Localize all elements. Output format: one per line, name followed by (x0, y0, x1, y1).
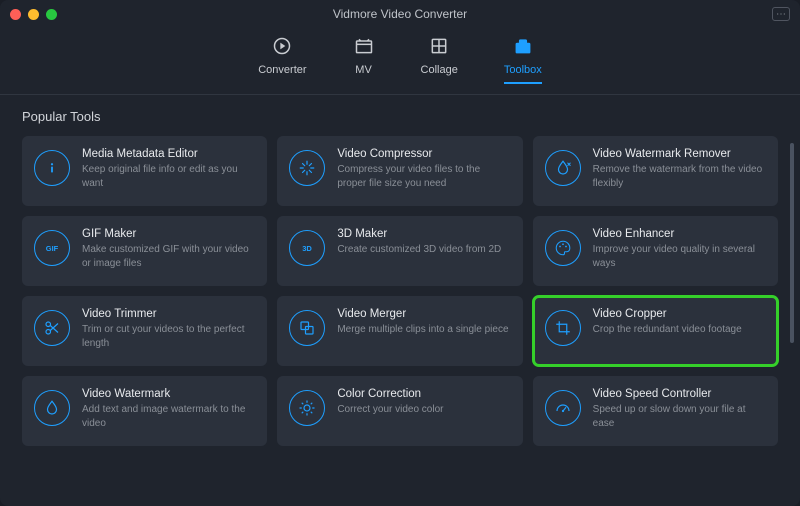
titlebar: Vidmore Video Converter ⋯ (0, 0, 800, 28)
tab-collage[interactable]: Collage (421, 36, 458, 84)
speedometer-icon (545, 390, 581, 426)
tool-card-color-correction[interactable]: Color Correction Correct your video color (277, 376, 522, 446)
tool-name: Video Enhancer (593, 228, 766, 240)
app-window: Vidmore Video Converter ⋯ Converter MV C… (0, 0, 800, 506)
tool-name: Video Trimmer (82, 308, 255, 320)
tool-text: Video Merger Merge multiple clips into a … (337, 308, 510, 337)
tool-name: Color Correction (337, 388, 510, 400)
merge-icon (289, 310, 325, 346)
tool-desc: Trim or cut your videos to the perfect l… (82, 323, 255, 350)
tool-text: Video Cropper Crop the redundant video fo… (593, 308, 766, 337)
toolbox-icon (512, 36, 534, 59)
tool-text: Video Compressor Compress your video file… (337, 148, 510, 190)
tool-desc: Crop the redundant video footage (593, 323, 766, 337)
tool-name: GIF Maker (82, 228, 255, 240)
tool-text: Video Watermark Add text and image waterm… (82, 388, 255, 430)
tool-name: Video Merger (337, 308, 510, 320)
section-title: Popular Tools (22, 109, 778, 124)
content-area: Popular Tools Media Metadata Editor Keep … (0, 95, 800, 506)
tool-name: 3D Maker (337, 228, 510, 240)
tool-text: Video Watermark Remover Remove the waterm… (593, 148, 766, 190)
tool-desc: Keep original file info or edit as you w… (82, 163, 255, 190)
tool-text: Media Metadata Editor Keep original file … (82, 148, 255, 190)
tool-text: Color Correction Correct your video color (337, 388, 510, 417)
main-tabs: Converter MV Collage Toolbox (0, 28, 800, 95)
tool-name: Video Compressor (337, 148, 510, 160)
mv-icon (353, 36, 375, 59)
scissors-icon (34, 310, 70, 346)
converter-icon (271, 36, 293, 59)
tools-grid: Media Metadata Editor Keep original file … (22, 136, 778, 446)
tab-label: Toolbox (504, 64, 542, 76)
droplet-remove-icon (545, 150, 581, 186)
tool-text: GIF Maker Make customized GIF with your v… (82, 228, 255, 270)
tool-card-video-watermark-remover[interactable]: Video Watermark Remover Remove the waterm… (533, 136, 778, 206)
tool-desc: Merge multiple clips into a single piece (337, 323, 510, 337)
tool-name: Video Cropper (593, 308, 766, 320)
tool-card-video-watermark[interactable]: Video Watermark Add text and image waterm… (22, 376, 267, 446)
palette-icon (545, 230, 581, 266)
tool-card-media-metadata-editor[interactable]: Media Metadata Editor Keep original file … (22, 136, 267, 206)
3d-icon (289, 230, 325, 266)
tool-text: Video Enhancer Improve your video quality… (593, 228, 766, 270)
sun-icon (289, 390, 325, 426)
tool-card-3d-maker[interactable]: 3D Maker Create customized 3D video from … (277, 216, 522, 286)
tool-card-video-trimmer[interactable]: Video Trimmer Trim or cut your videos to … (22, 296, 267, 366)
tool-card-video-cropper[interactable]: Video Cropper Crop the redundant video fo… (533, 296, 778, 366)
compress-icon (289, 150, 325, 186)
tool-card-video-merger[interactable]: Video Merger Merge multiple clips into a … (277, 296, 522, 366)
tool-name: Media Metadata Editor (82, 148, 255, 160)
tool-name: Video Speed Controller (593, 388, 766, 400)
gif-icon (34, 230, 70, 266)
tool-desc: Add text and image watermark to the vide… (82, 403, 255, 430)
info-icon (34, 150, 70, 186)
tool-name: Video Watermark (82, 388, 255, 400)
tab-mv[interactable]: MV (353, 36, 375, 84)
app-title: Vidmore Video Converter (0, 7, 800, 21)
droplet-icon (34, 390, 70, 426)
tool-desc: Compress your video files to the proper … (337, 163, 510, 190)
tool-text: Video Trimmer Trim or cut your videos to … (82, 308, 255, 350)
tool-desc: Make customized GIF with your video or i… (82, 243, 255, 270)
tool-desc: Remove the watermark from the video flex… (593, 163, 766, 190)
tool-card-video-speed-controller[interactable]: Video Speed Controller Speed up or slow d… (533, 376, 778, 446)
tool-text: Video Speed Controller Speed up or slow d… (593, 388, 766, 430)
tab-label: MV (355, 64, 372, 76)
tab-converter[interactable]: Converter (258, 36, 306, 84)
tab-label: Converter (258, 64, 306, 76)
tool-card-gif-maker[interactable]: GIF Maker Make customized GIF with your v… (22, 216, 267, 286)
tool-card-video-enhancer[interactable]: Video Enhancer Improve your video quality… (533, 216, 778, 286)
crop-icon (545, 310, 581, 346)
tool-desc: Correct your video color (337, 403, 510, 417)
scrollbar[interactable] (790, 143, 794, 343)
tool-desc: Improve your video quality in several wa… (593, 243, 766, 270)
collage-icon (428, 36, 450, 59)
tab-toolbox[interactable]: Toolbox (504, 36, 542, 84)
tool-desc: Create customized 3D video from 2D (337, 243, 510, 257)
tool-card-video-compressor[interactable]: Video Compressor Compress your video file… (277, 136, 522, 206)
tool-text: 3D Maker Create customized 3D video from … (337, 228, 510, 257)
tool-name: Video Watermark Remover (593, 148, 766, 160)
tab-label: Collage (421, 64, 458, 76)
tool-desc: Speed up or slow down your file at ease (593, 403, 766, 430)
